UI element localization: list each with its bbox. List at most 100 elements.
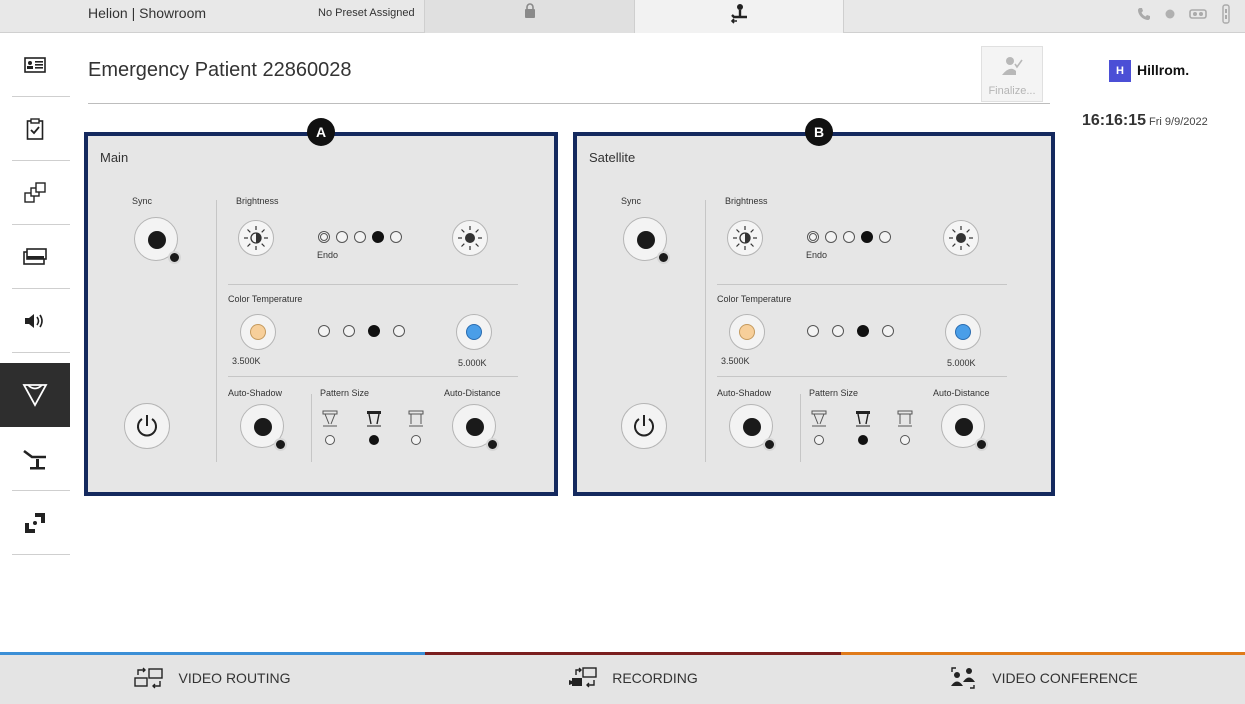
- checklist-icon: [26, 118, 44, 140]
- color-temperature-label: Color Temperature: [228, 294, 303, 304]
- endo-label: Endo: [806, 250, 828, 260]
- sidebar-item-layout[interactable]: [0, 161, 70, 225]
- temp-low-label: 3.500K: [232, 356, 261, 366]
- layout-icon: [24, 182, 46, 203]
- camera-icon: [25, 513, 45, 533]
- preset-status[interactable]: No Preset Assigned: [318, 0, 415, 33]
- operating-table-icon: [23, 449, 46, 470]
- auto-shadow-toggle[interactable]: [729, 404, 776, 451]
- sync-toggle[interactable]: [134, 217, 181, 264]
- audio-icon: [25, 314, 43, 328]
- brightness-down-button[interactable]: [238, 220, 274, 256]
- brightness-label: Brightness: [236, 196, 279, 206]
- auto-shadow-label: Auto-Shadow: [228, 388, 283, 398]
- brightness-down-button[interactable]: [727, 220, 763, 256]
- surgical-light-icon: [22, 384, 48, 407]
- auto-shadow-label: Auto-Shadow: [717, 388, 772, 398]
- pattern-size-label: Pattern Size: [320, 388, 370, 398]
- table-control-button[interactable]: [634, 0, 844, 33]
- tab-video-routing[interactable]: VIDEO ROUTING: [0, 652, 425, 704]
- auto-shadow-toggle[interactable]: [240, 404, 287, 451]
- patient-title: Emergency Patient 22860028: [88, 59, 352, 81]
- pattern-small[interactable]: [809, 410, 829, 445]
- finalize-button[interactable]: Finalize...: [981, 46, 1043, 102]
- tab-video-routing-label: VIDEO ROUTING: [178, 670, 291, 686]
- brightness-high-icon: [458, 226, 482, 250]
- temp-high-label: 5.000K: [947, 358, 976, 368]
- temp-cool-button[interactable]: [945, 314, 981, 350]
- panel-marker-b: B: [805, 118, 833, 146]
- table-position-icon: [730, 4, 747, 24]
- lock-button[interactable]: [424, 0, 634, 33]
- endo-dot[interactable]: [807, 231, 819, 243]
- auto-distance-toggle[interactable]: [452, 404, 499, 451]
- pattern-medium[interactable]: [853, 410, 873, 445]
- sync-label: Sync: [621, 196, 642, 206]
- sidebar-item-audio[interactable]: [0, 289, 70, 353]
- logo-text: Hillrom.: [1137, 62, 1190, 78]
- brightness-up-button[interactable]: [452, 220, 488, 256]
- app-title: Helion | Showroom: [88, 5, 207, 21]
- power-button[interactable]: [621, 403, 667, 449]
- pattern-size-label: Pattern Size: [809, 388, 859, 398]
- sidebar-item-display[interactable]: [0, 225, 70, 289]
- top-bar: Helion | Showroom No Preset Assigned: [0, 0, 1245, 33]
- temp-level-dots[interactable]: [807, 325, 894, 337]
- power-icon: [137, 415, 157, 437]
- pattern-large[interactable]: [406, 410, 426, 445]
- power-icon: [634, 415, 654, 437]
- pattern-small-icon: [322, 410, 338, 427]
- brightness-level-dots[interactable]: [318, 231, 402, 243]
- sidebar-item-checklist[interactable]: [0, 97, 70, 161]
- temp-level-dots[interactable]: [318, 325, 405, 337]
- vr-headset-icon[interactable]: [1189, 8, 1207, 20]
- status-icons: [1137, 4, 1231, 24]
- pattern-medium-icon: [367, 411, 381, 427]
- clock-time: 16:16:15: [1082, 112, 1147, 129]
- pattern-medium-icon: [856, 411, 870, 427]
- phone-icon[interactable]: [1137, 7, 1151, 21]
- finalize-label: Finalize...: [988, 85, 1036, 97]
- pattern-large[interactable]: [895, 410, 915, 445]
- sync-toggle[interactable]: [623, 217, 670, 264]
- temp-warm-button[interactable]: [729, 314, 765, 350]
- auto-distance-label: Auto-Distance: [444, 388, 501, 398]
- clock: 16:16:15 Fri 9/9/2022: [1082, 112, 1208, 130]
- endo-dot[interactable]: [318, 231, 330, 243]
- display-icon: [23, 248, 47, 265]
- sync-label: Sync: [132, 196, 153, 206]
- pattern-medium[interactable]: [364, 410, 384, 445]
- panel-marker-a: A: [307, 118, 335, 146]
- temp-cool-button[interactable]: [456, 314, 492, 350]
- user-check-icon: [1002, 57, 1023, 75]
- recording-icon: [569, 667, 597, 688]
- brightness-low-icon: [244, 226, 268, 250]
- logo-mark: H: [1109, 60, 1131, 82]
- sidebar: [0, 33, 70, 571]
- tab-video-conference-label: VIDEO CONFERENCE: [992, 670, 1138, 686]
- sidebar-item-patient[interactable]: [0, 33, 70, 97]
- brightness-up-button[interactable]: [943, 220, 979, 256]
- record-status-icon: [1165, 9, 1175, 19]
- temp-low-label: 3.500K: [721, 356, 750, 366]
- pattern-small[interactable]: [320, 410, 340, 445]
- tab-recording[interactable]: RECORDING: [425, 652, 841, 704]
- auto-distance-toggle[interactable]: [941, 404, 988, 451]
- sidebar-item-operating-table[interactable]: [0, 427, 70, 491]
- battery-icon: [1222, 4, 1230, 24]
- temp-high-label: 5.000K: [458, 358, 487, 368]
- brightness-high-icon: [949, 226, 973, 250]
- hillrom-logo: H Hillrom.: [1099, 56, 1225, 86]
- brightness-level-dots[interactable]: [807, 231, 891, 243]
- sidebar-item-surgical-light[interactable]: [0, 363, 70, 427]
- video-conference-icon: [951, 667, 976, 689]
- panel-name: Main: [100, 150, 129, 165]
- endo-label: Endo: [317, 250, 339, 260]
- light-panel-satellite: Satellite Sync Brightness Endo Color Tem…: [573, 132, 1055, 496]
- sidebar-item-camera[interactable]: [0, 491, 70, 555]
- power-button[interactable]: [124, 403, 170, 449]
- pattern-large-icon: [897, 410, 913, 427]
- light-panel-main: Main Sync Brightness Endo Color Temperat…: [84, 132, 558, 496]
- tab-video-conference[interactable]: VIDEO CONFERENCE: [841, 652, 1245, 704]
- temp-warm-button[interactable]: [240, 314, 276, 350]
